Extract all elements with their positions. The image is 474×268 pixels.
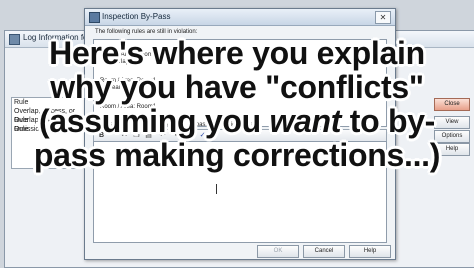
- text-cursor: [216, 184, 217, 194]
- caption-line-3-end: to by-: [341, 103, 436, 139]
- cancel-button[interactable]: Cancel: [303, 245, 345, 258]
- caption-line-2: why you have "conflicts": [50, 69, 424, 105]
- dialog-icon: [89, 12, 100, 23]
- caption-line-3-start: (assuming you: [38, 103, 270, 139]
- caption-line-1: Here's where you explain: [49, 35, 425, 71]
- caption-line-4: pass making corrections...): [33, 137, 441, 173]
- ok-button[interactable]: OK: [257, 245, 299, 258]
- overlay-caption: Here's where you explain why you have "c…: [0, 36, 474, 172]
- dialog-titlebar: Inspection By-Pass ✕: [85, 9, 395, 26]
- dialog-title: Inspection By-Pass: [102, 12, 171, 21]
- help-button[interactable]: Help: [349, 245, 391, 258]
- close-icon[interactable]: ✕: [375, 11, 391, 24]
- caption-emphasis: want: [269, 103, 342, 139]
- caption-line-3: (assuming you want to by-: [0, 104, 474, 138]
